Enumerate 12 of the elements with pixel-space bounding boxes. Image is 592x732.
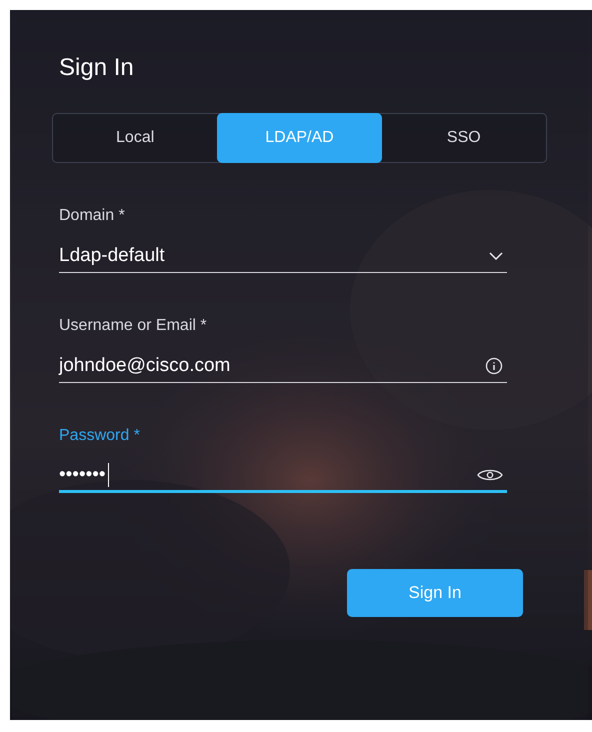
dialog-title: Sign In [59, 54, 135, 82]
dropdown-field[interactable]: Ldap-default [59, 239, 507, 273]
input-field[interactable]: ••••••• [59, 459, 507, 493]
info-icon [485, 356, 503, 374]
input-field[interactable]: johndoe@cisco.com [59, 349, 507, 383]
tab[interactable]: SSO [382, 113, 546, 163]
field-label: Domain * [59, 207, 126, 225]
tab[interactable]: Local [53, 113, 218, 163]
eye-icon[interactable] [477, 468, 503, 482]
field-label: Password * [59, 427, 141, 445]
chevron-down-icon [489, 252, 503, 260]
field-label: Username or Email * [59, 317, 208, 335]
